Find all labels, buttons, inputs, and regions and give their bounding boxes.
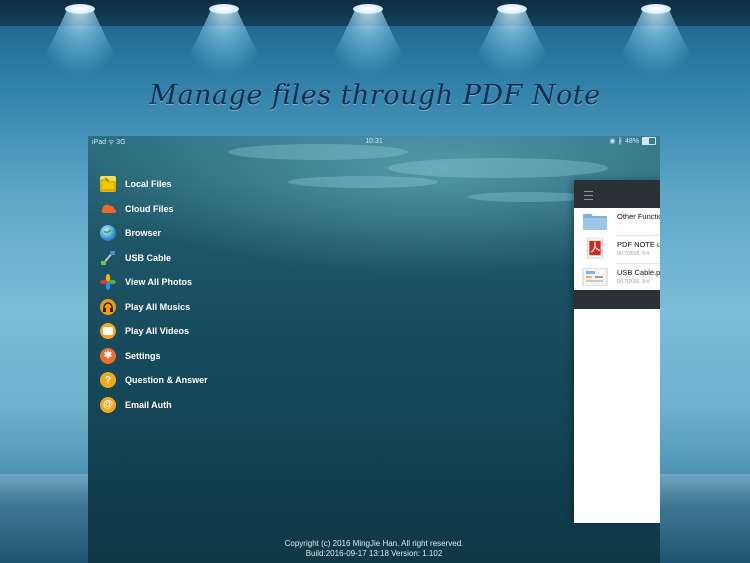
menu-item-view-all-photos[interactable]: View All Photos — [100, 272, 192, 292]
spotlight-icon — [209, 0, 239, 14]
battery-percent: 48% — [624, 137, 639, 145]
water-highlight — [388, 158, 608, 178]
panel-bottom-toolbar — [574, 290, 660, 309]
panel-toolbar — [574, 180, 660, 208]
status-bar: iPad ᯤ 3G 10:31 ◉ ∦ 48% — [88, 136, 660, 148]
question-icon: ? — [100, 372, 116, 388]
menu-item-play-all-videos[interactable]: Play All Videos — [100, 321, 189, 341]
ipad-screen: iPad ᯤ 3G 10:31 ◉ ∦ 48% Local Files Clou… — [88, 136, 660, 563]
battery-status: ◉ ∦ 48% — [609, 137, 656, 145]
menu-item-settings[interactable]: ✱ Settings — [100, 346, 161, 366]
menu-item-email-auth[interactable]: @ Email Auth — [100, 395, 172, 415]
promo-stage: Manage files through PDF Note iPad ᯤ 3G … — [0, 0, 750, 563]
status-time: 10:31 — [365, 138, 383, 145]
video-icon — [100, 323, 116, 339]
copyright-text: Copyright (c) 2016 MingJie Han. All righ… — [284, 539, 464, 548]
app-footer: Copyright (c) 2016 MingJie Han. All righ… — [88, 539, 660, 559]
headphones-icon — [100, 298, 116, 315]
file-row-other-functions[interactable]: Other Functio — [574, 208, 660, 235]
build-version-text: Build:2016-09-17 13:18 Version: 1.102 — [305, 549, 443, 558]
spotlight-icon — [353, 0, 383, 14]
promo-headline: Manage files through PDF Note — [149, 80, 601, 111]
spotlight-icon — [497, 0, 527, 14]
battery-icon — [642, 137, 656, 145]
usb-icon — [100, 250, 116, 266]
globe-icon — [100, 225, 116, 241]
water-highlight — [468, 192, 588, 202]
hamburger-menu-icon[interactable] — [584, 191, 593, 200]
at-icon: @ — [100, 396, 116, 413]
water-highlight — [288, 176, 438, 188]
menu-item-local-files[interactable]: Local Files — [100, 174, 172, 194]
folder-icon — [100, 176, 116, 192]
menu-item-browser[interactable]: Browser — [100, 223, 161, 243]
spotlight-icon — [641, 0, 671, 14]
bluetooth-icon: ∦ — [618, 138, 622, 145]
file-row-pdf-note[interactable]: PDF NOTE u 9/17/2016, 9:4 — [574, 236, 660, 263]
file-row-usb-cable[interactable]: USB Cable.p 9/17/2016, 9:4 — [574, 264, 660, 291]
menu-item-play-all-musics[interactable]: Play All Musics — [100, 297, 190, 317]
folder-icon — [583, 214, 607, 230]
file-list-panel: Other Functio PDF NOTE u 9/17/2016, 9:4 — [574, 180, 660, 523]
gear-icon: ✱ — [100, 347, 116, 364]
menu-item-usb-cable[interactable]: USB Cable — [100, 248, 171, 268]
spotlight-icon — [65, 0, 95, 14]
photos-icon — [100, 274, 116, 290]
menu-item-cloud-files[interactable]: Cloud Files — [100, 199, 174, 219]
pdf-file-icon — [586, 238, 604, 259]
cloud-icon — [100, 201, 116, 217]
image-file-icon — [582, 268, 608, 286]
menu-item-question-answer[interactable]: ? Question & Answer — [100, 370, 208, 390]
lock-rotation-icon: ◉ — [609, 138, 616, 145]
